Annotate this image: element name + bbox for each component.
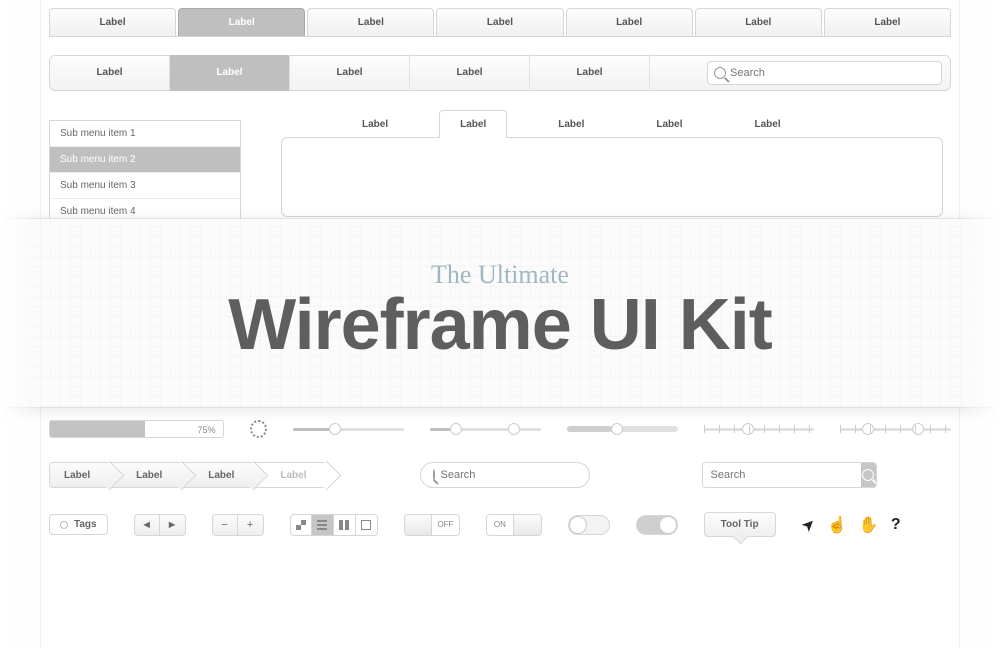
toggle-off[interactable] bbox=[568, 515, 610, 535]
hero-banner: The Ultimate Wireframe UI Kit bbox=[0, 218, 1000, 408]
submenu-item-1[interactable]: Sub menu item 1 bbox=[50, 121, 240, 147]
search-icon bbox=[433, 469, 435, 481]
search-pill-input[interactable] bbox=[441, 469, 583, 481]
crumb-1[interactable]: Label bbox=[49, 462, 111, 488]
slider-3[interactable] bbox=[567, 421, 678, 437]
nav2-item-2[interactable]: Label bbox=[170, 55, 290, 91]
tab-7[interactable]: Label bbox=[824, 8, 951, 36]
spinner-icon bbox=[250, 420, 267, 438]
search-pill[interactable] bbox=[420, 462, 590, 488]
search-button[interactable] bbox=[861, 463, 876, 487]
slider-2[interactable] bbox=[430, 421, 541, 437]
tab-3[interactable]: Label bbox=[307, 8, 434, 36]
tab-4[interactable]: Label bbox=[436, 8, 563, 36]
grid-icon bbox=[296, 520, 306, 530]
zoom: − + bbox=[212, 514, 264, 536]
submenu-item-2[interactable]: Sub menu item 2 bbox=[50, 147, 240, 173]
cursor-hand-icon: ☝ bbox=[827, 515, 847, 535]
view-grid[interactable] bbox=[290, 514, 312, 536]
nav-secondary: Label Label Label Label Label bbox=[49, 55, 951, 91]
nav2-item-1[interactable]: Label bbox=[50, 55, 170, 91]
inner-tab-4[interactable]: Label bbox=[635, 110, 703, 138]
zoom-in-button[interactable]: + bbox=[238, 514, 264, 536]
slider-1[interactable] bbox=[293, 421, 404, 437]
search-box[interactable] bbox=[702, 462, 877, 488]
inner-tab-2[interactable]: Label bbox=[439, 110, 507, 138]
cursor-arrow-icon: ➤ bbox=[796, 513, 820, 537]
cursor-grab-icon: ✋ bbox=[859, 515, 879, 535]
search-icon bbox=[714, 67, 726, 79]
nav2-item-5[interactable]: Label bbox=[530, 55, 650, 91]
zoom-out-button[interactable]: − bbox=[212, 514, 238, 536]
prev-button[interactable]: ◄ bbox=[134, 514, 160, 536]
switch-on[interactable]: ON bbox=[486, 514, 542, 536]
switch-on-label: ON bbox=[487, 515, 514, 535]
tags-label: Tags bbox=[74, 519, 97, 530]
radio-icon bbox=[60, 521, 68, 529]
prev-next: ◄ ► bbox=[134, 514, 186, 536]
columns-icon bbox=[339, 520, 349, 530]
tooltip: Tool Tip bbox=[704, 512, 776, 537]
switch-off[interactable]: OFF bbox=[404, 514, 460, 536]
search-box-input[interactable] bbox=[703, 463, 861, 487]
wide-icon bbox=[361, 520, 371, 530]
search-icon bbox=[862, 469, 874, 481]
toggle-on[interactable] bbox=[636, 515, 678, 535]
nav-search[interactable] bbox=[707, 61, 942, 85]
tabs-primary: Label Label Label Label Label Label Labe… bbox=[49, 8, 951, 37]
breadcrumb: Label Label Label Label bbox=[49, 462, 328, 488]
slider-ticks-1[interactable] bbox=[704, 421, 815, 437]
tab-5[interactable]: Label bbox=[566, 8, 693, 36]
cursor-help-icon: ? bbox=[891, 516, 901, 534]
inner-tab-1[interactable]: Label bbox=[341, 110, 409, 138]
view-wide[interactable] bbox=[356, 514, 378, 536]
nav2-item-3[interactable]: Label bbox=[290, 55, 410, 91]
submenu: Sub menu item 1 Sub menu item 2 Sub menu… bbox=[49, 120, 241, 226]
nav2-item-4[interactable]: Label bbox=[410, 55, 530, 91]
tab-2[interactable]: Label bbox=[178, 8, 305, 36]
submenu-item-3[interactable]: Sub menu item 3 bbox=[50, 173, 240, 199]
progress-percent: 75% bbox=[197, 421, 215, 439]
hero-title: Wireframe UI Kit bbox=[0, 284, 1000, 366]
inner-tab-3[interactable]: Label bbox=[537, 110, 605, 138]
inner-panel bbox=[281, 137, 943, 217]
cursor-glyphs: ➤ ☝ ✋ ? bbox=[802, 515, 901, 535]
slider-ticks-2[interactable] bbox=[840, 421, 951, 437]
tags-chip[interactable]: Tags bbox=[49, 514, 108, 535]
progress-bar: 75% bbox=[49, 420, 224, 438]
inner-tab-5[interactable]: Label bbox=[734, 110, 802, 138]
next-button[interactable]: ► bbox=[160, 514, 186, 536]
view-list[interactable] bbox=[312, 514, 334, 536]
list-icon bbox=[317, 520, 327, 530]
switch-off-label: OFF bbox=[432, 515, 459, 535]
view-cols[interactable] bbox=[334, 514, 356, 536]
tab-6[interactable]: Label bbox=[695, 8, 822, 36]
nav-search-input[interactable] bbox=[730, 67, 935, 79]
view-mode bbox=[290, 514, 378, 536]
tab-1[interactable]: Label bbox=[49, 8, 176, 36]
inner-tabs-area: Label Label Label Label Label bbox=[281, 110, 943, 217]
